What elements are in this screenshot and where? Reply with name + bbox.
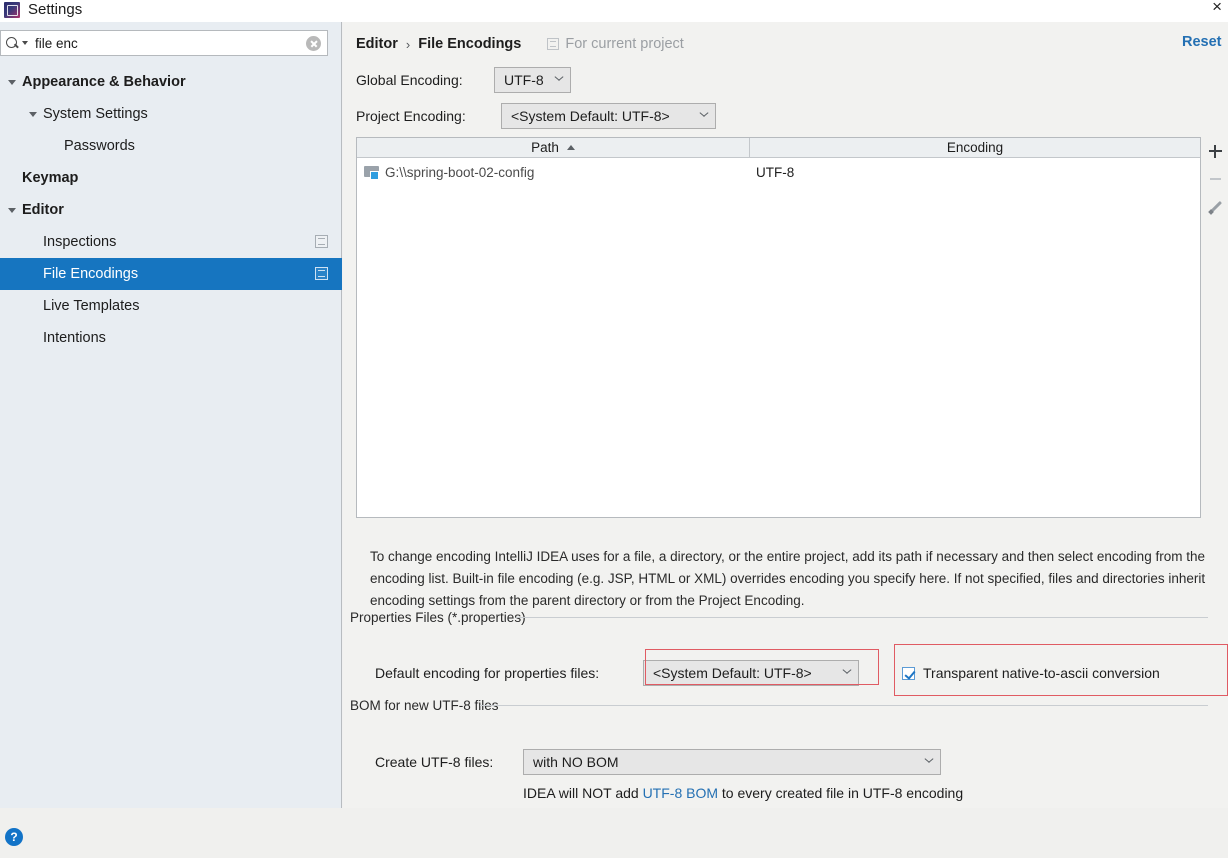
transparent-conversion-label: Transparent native-to-ascii conversion [923,665,1160,681]
chevron-down-icon [842,669,851,678]
search-box[interactable] [0,30,328,56]
chevron-down-icon [924,758,933,767]
table-cell-path: G:\\spring-boot-02-config [357,165,750,180]
sidebar-item-live-templates[interactable]: Live Templates [0,290,342,322]
sidebar-item-label: Live Templates [43,298,140,314]
search-icon [5,34,23,52]
sidebar-item-file-encodings[interactable]: File Encodings [0,258,342,290]
sidebar-item-label: Passwords [64,138,135,154]
minus-icon [1209,177,1221,181]
column-header-path-label: Path [531,140,559,155]
breadcrumb-separator: › [405,36,411,52]
settings-tree: Appearance & Behavior System Settings Pass… [0,66,342,354]
chevron-down-icon[interactable] [8,207,16,213]
bom-create-row: Create UTF-8 files: with NO BOM [375,749,941,775]
bom-create-dropdown[interactable]: with NO BOM [523,749,941,775]
settings-main-panel: Editor › File Encodings For current proj… [343,22,1228,808]
table-body: G:\\spring-boot-02-config UTF-8 [357,158,1200,186]
transparent-conversion-checkbox-row[interactable]: Transparent native-to-ascii conversion [902,665,1160,681]
breadcrumb-current: File Encodings [418,36,522,52]
breadcrumb: Editor › File Encodings For current proj… [356,34,684,54]
module-icon [547,38,560,50]
table-cell-path-label: G:\\spring-boot-02-config [385,164,535,180]
close-icon[interactable]: × [1212,0,1222,18]
pencil-icon [1208,200,1222,214]
sidebar-item-passwords[interactable]: Passwords [0,130,342,162]
global-encoding-row: Global Encoding: UTF-8 [356,67,571,93]
column-header-encoding[interactable]: Encoding [750,138,1200,157]
bom-note-suffix: to every created file in UTF-8 encoding [718,785,964,801]
window-title: Settings [28,0,83,18]
remove-path-button[interactable] [1202,165,1228,193]
table-toolbar [1202,137,1228,518]
project-encoding-dropdown[interactable]: <System Default: UTF-8> [501,103,716,129]
chevron-down-icon[interactable] [29,111,37,117]
bom-section-divider [480,705,1208,706]
properties-default-encoding-row: Default encoding for properties files: <… [375,660,859,686]
window-titlebar: Settings × [0,0,1228,22]
bom-note: IDEA will NOT add UTF-8 BOM to every cre… [523,785,963,801]
bom-create-label: Create UTF-8 files: [375,754,494,770]
sidebar-item-label: Editor [22,202,64,218]
properties-section-title: Properties Files (*.properties) [350,610,532,625]
intellij-idea-icon [4,1,20,18]
module-badge-icon [315,267,328,280]
scope-indicator: For current project [547,36,684,52]
bom-create-value: with NO BOM [533,754,619,770]
encodings-table: Path Encoding G:\\spring-boot-02-config U… [356,137,1201,518]
chevron-down-icon[interactable] [8,79,16,85]
project-encoding-row: Project Encoding: <System Default: UTF-8… [356,103,716,129]
properties-default-encoding-value: <System Default: UTF-8> [653,665,812,681]
global-encoding-dropdown[interactable]: UTF-8 [494,67,571,93]
bom-note-link[interactable]: UTF-8 BOM [643,785,718,801]
breadcrumb-parent[interactable]: Editor [356,36,398,52]
sidebar-item-label: Keymap [22,170,79,186]
sidebar-item-label: File Encodings [43,266,139,282]
sidebar-item-keymap[interactable]: Keymap [0,162,342,194]
table-row[interactable]: G:\\spring-boot-02-config UTF-8 [357,158,1200,186]
folder-icon [364,165,380,180]
sidebar-item-editor[interactable]: Editor [0,194,342,226]
properties-default-encoding-label: Default encoding for properties files: [375,665,600,681]
global-encoding-label: Global Encoding: [356,72,463,88]
dialog-footer: ? OK Cancel Apply [0,808,1228,858]
edit-path-button[interactable] [1202,193,1228,221]
sidebar-item-system-settings[interactable]: System Settings [0,98,342,130]
column-header-path[interactable]: Path [357,138,750,157]
scope-label: For current project [565,36,684,52]
sidebar-item-intentions[interactable]: Intentions [0,322,342,354]
search-row [0,30,342,56]
project-encoding-value: <System Default: UTF-8> [511,108,670,124]
bom-note-prefix: IDEA will NOT add [523,785,643,801]
sort-ascending-icon [566,145,575,150]
sidebar-item-label: Intentions [43,330,106,346]
column-header-encoding-label: Encoding [946,140,1004,155]
sidebar-item-inspections[interactable]: Inspections [0,226,342,258]
table-header-row: Path Encoding [357,138,1200,158]
settings-sidebar: Appearance & Behavior System Settings Pass… [0,22,342,808]
table-cell-encoding[interactable]: UTF-8 [750,165,1200,180]
chevron-down-icon [699,112,708,121]
search-input[interactable] [28,34,306,52]
reset-link[interactable]: Reset [1182,34,1228,50]
project-encoding-label: Project Encoding: [356,108,466,124]
global-encoding-value: UTF-8 [504,72,544,88]
add-path-button[interactable] [1202,137,1228,165]
sidebar-item-label: Appearance & Behavior [22,74,186,90]
chevron-down-icon [554,76,563,85]
properties-default-encoding-dropdown[interactable]: <System Default: UTF-8> [643,660,859,686]
sidebar-item-label: System Settings [43,106,148,122]
module-badge-icon [315,235,328,248]
plus-icon [1208,144,1222,158]
sidebar-item-label: Inspections [43,234,117,250]
properties-section-divider [516,617,1208,618]
encodings-description: To change encoding IntelliJ IDEA uses fo… [370,549,1206,608]
transparent-conversion-checkbox[interactable] [902,666,915,680]
help-button[interactable]: ? [5,828,23,846]
clear-search-icon[interactable] [306,35,321,51]
sidebar-item-appearance-behavior[interactable]: Appearance & Behavior [0,66,342,98]
